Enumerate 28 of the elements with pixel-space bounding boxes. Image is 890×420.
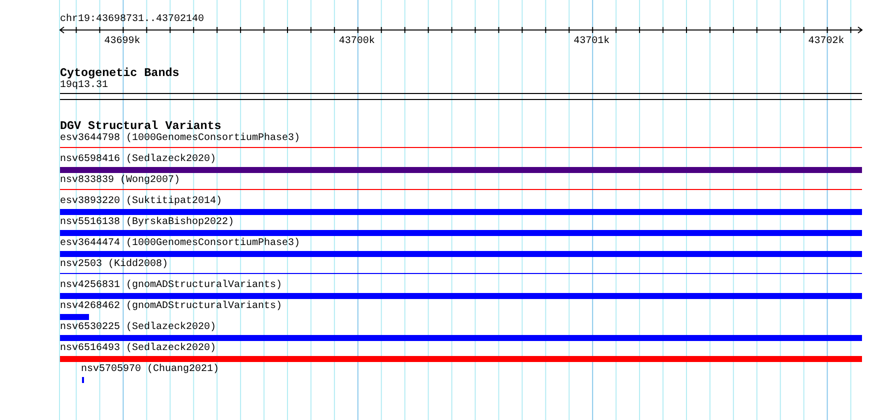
feature-bar[interactable]	[60, 356, 862, 362]
feature-label[interactable]: esv3893220 (Suktitipat2014)	[60, 196, 222, 208]
feature-label[interactable]: nsv4268462 (gnomADStructuralVariants)	[60, 301, 282, 313]
tick-label: 43702k	[808, 36, 844, 47]
feature-bar[interactable]	[60, 209, 862, 215]
feature-label[interactable]: esv3644474 (1000GenomesConsortiumPhase3)	[60, 238, 300, 250]
feature-label[interactable]: esv3644798 (1000GenomesConsortiumPhase3)	[60, 133, 300, 145]
feature-bar[interactable]	[60, 251, 862, 257]
feature-label[interactable]: nsv833839 (Wong2007)	[60, 175, 180, 187]
feature-label[interactable]: nsv6516493 (Sedlazeck2020)	[60, 343, 216, 355]
feature-label[interactable]: nsv6530225 (Sedlazeck2020)	[60, 322, 216, 334]
feature-bar[interactable]	[60, 293, 862, 299]
tick-label: 43700k	[338, 36, 375, 47]
feature-bar[interactable]	[60, 167, 862, 173]
feature-label[interactable]: nsv2503 (Kidd2008)	[60, 259, 168, 271]
band-label: 19q13.31	[60, 80, 108, 92]
feature-bar[interactable]	[60, 230, 862, 236]
tick-label: 43701k	[574, 36, 610, 47]
feature-label[interactable]: nsv4256831 (gnomADStructuralVariants)	[60, 280, 282, 292]
feature-label[interactable]: nsv5516138 (ByrskaBishop2022)	[60, 217, 234, 229]
feature-bar[interactable]	[60, 335, 862, 341]
feature-label[interactable]: nsv5705970 (Chuang2021)	[81, 364, 220, 376]
track-title: DGV Structural Variants	[60, 120, 222, 133]
feature-bar[interactable]	[60, 314, 89, 320]
feature-label[interactable]: nsv6598416 (Sedlazeck2020)	[60, 154, 216, 166]
location-label: chr19:43698731..43702140	[60, 14, 204, 26]
track-title: Cytogenetic Bands	[60, 67, 180, 80]
tick-label: 43699k	[104, 36, 140, 47]
